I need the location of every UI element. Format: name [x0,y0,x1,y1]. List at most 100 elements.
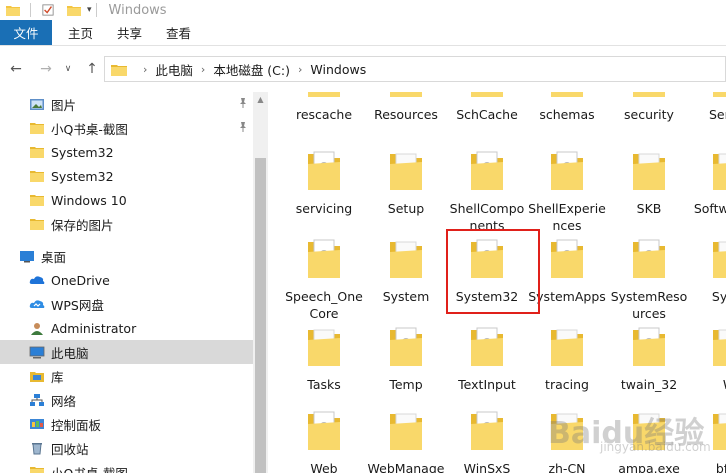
sidebar-item[interactable]: 网络 [0,388,253,412]
folder-icon [469,148,505,192]
back-arrow-icon[interactable]: ← [6,59,26,79]
folder-label: rescache [295,107,353,122]
sidebar-item[interactable]: 保存的图片 [0,212,253,236]
sidebar-item-label: 桌面 [41,249,67,265]
recent-locations-chevron-icon[interactable]: ∨ [58,59,78,79]
folder-icon [306,236,342,280]
sidebar-item-label: 控制面板 [51,417,102,433]
up-arrow-icon[interactable]: ↑ [82,59,102,79]
sidebar-item[interactable]: 库 [0,364,253,388]
breadcrumb-windows[interactable]: Windows [310,62,366,77]
navigation-pane: 图片 小Q书桌-截图 System32 System32 Windows 10 保存的图片… [0,92,253,473]
forward-arrow-icon[interactable]: → [36,59,56,79]
folder-item[interactable]: tracing [527,324,607,404]
folder-label: WebManagement [367,461,445,473]
folder-icon [631,236,667,280]
window-title: Windows [108,2,167,18]
onedrive-cloud-icon [29,273,45,287]
folder-item[interactable]: TextInput [447,324,527,404]
folder-label: System [382,289,430,304]
folder-item[interactable]: twain_32 [609,324,689,404]
sidebar-item-label: 图片 [51,97,77,113]
chevron-right-icon[interactable]: › [143,63,147,76]
properties-check-icon[interactable] [41,4,55,16]
sidebar-item[interactable]: Administrator [0,316,253,340]
sidebar-item[interactable]: OneDrive [0,268,253,292]
folder-label: twain_32 [620,377,678,392]
tab-home[interactable]: 主页 [56,20,105,45]
folder-item[interactable]: ShellExperiences [527,148,607,233]
pin-icon[interactable] [237,97,249,109]
sidebar-item[interactable]: 小Q书桌-截图 [0,116,253,140]
tab-view[interactable]: 查看 [154,20,203,45]
sidebar-item-label: 保存的图片 [51,217,114,233]
folder-item[interactable]: WebManagement [366,408,446,473]
folder-item[interactable]: WinSxS [447,408,527,473]
folder-item[interactable]: SystemResources [609,236,689,321]
sidebar-item[interactable]: WPS网盘 [0,292,253,316]
folder-item[interactable]: W [689,324,726,404]
sidebar-item-label: Administrator [51,320,137,336]
recycle-bin-icon [29,441,45,455]
folder-item[interactable]: System [366,236,446,316]
tab-file[interactable]: 文件 [0,20,52,45]
folder-item[interactable]: SysW [689,236,726,316]
sidebar-item-label: OneDrive [51,272,110,288]
scroll-up-icon[interactable]: ▲ [253,92,268,106]
sidebar-item[interactable]: System32 [0,140,253,164]
folder-icon [306,408,342,452]
folder-label: Speech_OneCore [285,289,363,321]
folder-icon [711,148,726,192]
scroll-thumb[interactable] [255,158,266,473]
address-bar[interactable]: › 此电脑 › 本地磁盘 (C:) › Windows [104,56,726,82]
sidebar-item-label: WPS网盘 [51,297,104,313]
new-folder-icon[interactable] [67,4,81,16]
sidebar-item[interactable]: System32 [0,164,253,188]
folder-icon [29,193,45,207]
pin-icon[interactable] [237,121,249,133]
folder-item[interactable]: Softw istrib [689,148,726,228]
folder-icon [388,148,424,192]
folder-icon [29,145,45,159]
folder-label: Temp [389,377,423,392]
sidebar-item[interactable]: 回收站 [0,436,253,460]
breadcrumb-this-pc[interactable]: 此电脑 [155,60,193,79]
sidebar-item[interactable]: Windows 10 [0,188,253,212]
sidebar-item[interactable]: 桌面 [0,244,253,268]
chevron-down-icon[interactable]: ▾ [87,5,92,15]
folder-item[interactable]: Setup [366,148,446,228]
highlight-annotation [446,229,540,314]
folder-item[interactable]: SKB [609,148,689,228]
watermark: Baidu经验 [548,416,705,451]
folder-label: Web [310,461,338,473]
folder-item[interactable]: ShellComponents [447,148,527,233]
folder-icon [306,148,342,192]
network-icon [29,393,45,407]
breadcrumb-local-disk[interactable]: 本地磁盘 (C:) [213,60,290,79]
sidebar-item[interactable]: 控制面板 [0,412,253,436]
folder-item[interactable]: Speech_OneCore [284,236,364,321]
folder-label: TextInput [458,377,516,392]
folder-label: Serv fi [708,107,726,122]
folder-icon [388,236,424,280]
folder-label: SKB [636,201,662,216]
chevron-right-icon[interactable]: › [298,63,302,76]
folder-icon[interactable] [6,4,20,16]
folder-item[interactable]: Temp [366,324,446,404]
sidebar-item[interactable]: 图片 [0,92,253,116]
folder-label: WinSxS [463,461,511,473]
folder-item[interactable]: Web [284,408,364,473]
folder-icon [388,324,424,368]
folder-icon [711,324,726,368]
folder-item[interactable]: servicing [284,148,364,228]
chevron-right-icon[interactable]: › [201,63,205,76]
nav-scrollbar[interactable]: ▲ [253,92,268,473]
folder-item[interactable]: Tasks [284,324,364,404]
sidebar-item-label: 回收站 [51,441,89,457]
sidebar-item-label: 库 [51,369,64,385]
folder-icon [711,236,726,280]
sidebar-item[interactable]: 小Q书桌-截图 [0,460,253,473]
tab-share[interactable]: 共享 [105,20,154,45]
folder-label: SystemResources [610,289,688,321]
sidebar-item[interactable]: 此电脑 [0,340,253,364]
